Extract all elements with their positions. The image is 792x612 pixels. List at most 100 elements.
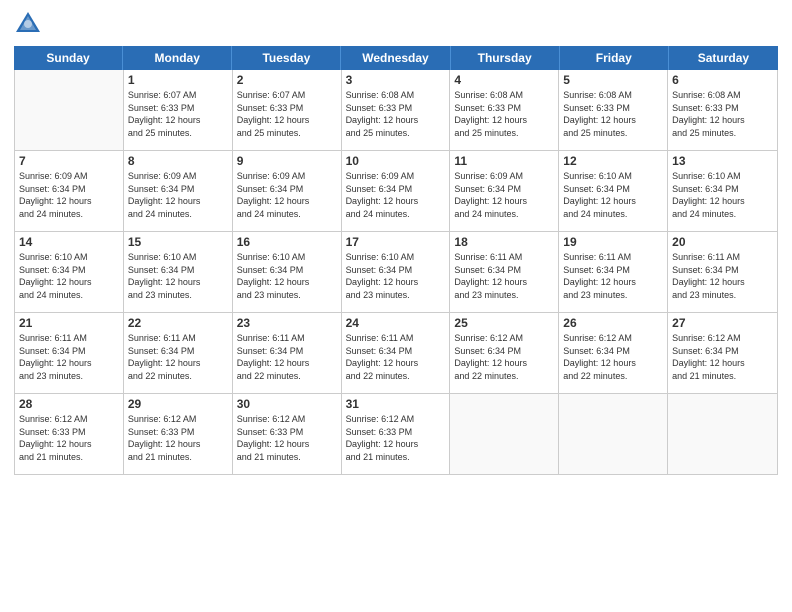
- calendar-cell: 29 Sunrise: 6:12 AM Sunset: 6:33 PM Dayli…: [124, 394, 233, 474]
- calendar-cell: 23 Sunrise: 6:11 AM Sunset: 6:34 PM Dayli…: [233, 313, 342, 393]
- day-number: 3: [346, 73, 446, 87]
- calendar-cell: 3 Sunrise: 6:08 AM Sunset: 6:33 PM Daylig…: [342, 70, 451, 150]
- day-number: 8: [128, 154, 228, 168]
- day-info: Sunrise: 6:08 AM Sunset: 6:33 PM Dayligh…: [672, 89, 773, 139]
- day-number: 10: [346, 154, 446, 168]
- calendar-header-cell: Sunday: [14, 46, 123, 70]
- day-number: 9: [237, 154, 337, 168]
- day-info: Sunrise: 6:12 AM Sunset: 6:33 PM Dayligh…: [128, 413, 228, 463]
- calendar-header-cell: Tuesday: [232, 46, 341, 70]
- header: [14, 10, 778, 38]
- calendar-cell: 31 Sunrise: 6:12 AM Sunset: 6:33 PM Dayli…: [342, 394, 451, 474]
- day-number: 29: [128, 397, 228, 411]
- day-number: 26: [563, 316, 663, 330]
- calendar-header: SundayMondayTuesdayWednesdayThursdayFrid…: [14, 46, 778, 70]
- day-number: 5: [563, 73, 663, 87]
- day-number: 15: [128, 235, 228, 249]
- day-info: Sunrise: 6:09 AM Sunset: 6:34 PM Dayligh…: [346, 170, 446, 220]
- day-info: Sunrise: 6:07 AM Sunset: 6:33 PM Dayligh…: [128, 89, 228, 139]
- day-info: Sunrise: 6:12 AM Sunset: 6:33 PM Dayligh…: [19, 413, 119, 463]
- day-number: 21: [19, 316, 119, 330]
- day-number: 22: [128, 316, 228, 330]
- calendar-cell: 17 Sunrise: 6:10 AM Sunset: 6:34 PM Dayli…: [342, 232, 451, 312]
- day-info: Sunrise: 6:12 AM Sunset: 6:34 PM Dayligh…: [672, 332, 773, 382]
- day-number: 31: [346, 397, 446, 411]
- day-info: Sunrise: 6:08 AM Sunset: 6:33 PM Dayligh…: [454, 89, 554, 139]
- calendar-cell: 16 Sunrise: 6:10 AM Sunset: 6:34 PM Dayli…: [233, 232, 342, 312]
- day-info: Sunrise: 6:08 AM Sunset: 6:33 PM Dayligh…: [346, 89, 446, 139]
- day-number: 27: [672, 316, 773, 330]
- day-number: 30: [237, 397, 337, 411]
- day-info: Sunrise: 6:11 AM Sunset: 6:34 PM Dayligh…: [19, 332, 119, 382]
- calendar: SundayMondayTuesdayWednesdayThursdayFrid…: [14, 46, 778, 602]
- calendar-cell: [15, 70, 124, 150]
- day-info: Sunrise: 6:10 AM Sunset: 6:34 PM Dayligh…: [237, 251, 337, 301]
- calendar-header-cell: Wednesday: [341, 46, 450, 70]
- day-number: 11: [454, 154, 554, 168]
- calendar-cell: [668, 394, 777, 474]
- day-info: Sunrise: 6:10 AM Sunset: 6:34 PM Dayligh…: [672, 170, 773, 220]
- calendar-header-cell: Thursday: [451, 46, 560, 70]
- day-number: 12: [563, 154, 663, 168]
- day-info: Sunrise: 6:12 AM Sunset: 6:33 PM Dayligh…: [346, 413, 446, 463]
- day-info: Sunrise: 6:11 AM Sunset: 6:34 PM Dayligh…: [672, 251, 773, 301]
- day-info: Sunrise: 6:10 AM Sunset: 6:34 PM Dayligh…: [563, 170, 663, 220]
- day-info: Sunrise: 6:12 AM Sunset: 6:34 PM Dayligh…: [563, 332, 663, 382]
- day-info: Sunrise: 6:07 AM Sunset: 6:33 PM Dayligh…: [237, 89, 337, 139]
- day-info: Sunrise: 6:09 AM Sunset: 6:34 PM Dayligh…: [237, 170, 337, 220]
- calendar-cell: 1 Sunrise: 6:07 AM Sunset: 6:33 PM Daylig…: [124, 70, 233, 150]
- calendar-cell: 27 Sunrise: 6:12 AM Sunset: 6:34 PM Dayli…: [668, 313, 777, 393]
- calendar-week: 14 Sunrise: 6:10 AM Sunset: 6:34 PM Dayli…: [15, 232, 777, 313]
- day-number: 14: [19, 235, 119, 249]
- day-number: 18: [454, 235, 554, 249]
- calendar-week: 21 Sunrise: 6:11 AM Sunset: 6:34 PM Dayli…: [15, 313, 777, 394]
- day-info: Sunrise: 6:09 AM Sunset: 6:34 PM Dayligh…: [128, 170, 228, 220]
- calendar-cell: 2Sunrise: 6:07 AM Sunset: 6:33 PM Daylig…: [233, 70, 342, 150]
- calendar-cell: 9 Sunrise: 6:09 AM Sunset: 6:34 PM Daylig…: [233, 151, 342, 231]
- day-number: 25: [454, 316, 554, 330]
- day-info: Sunrise: 6:11 AM Sunset: 6:34 PM Dayligh…: [346, 332, 446, 382]
- day-info: Sunrise: 6:11 AM Sunset: 6:34 PM Dayligh…: [128, 332, 228, 382]
- day-number: 13: [672, 154, 773, 168]
- calendar-cell: 30Sunrise: 6:12 AM Sunset: 6:33 PM Dayli…: [233, 394, 342, 474]
- logo: [14, 10, 46, 38]
- calendar-cell: 5 Sunrise: 6:08 AM Sunset: 6:33 PM Daylig…: [559, 70, 668, 150]
- logo-icon: [14, 10, 42, 38]
- day-number: 1: [128, 73, 228, 87]
- calendar-cell: 13 Sunrise: 6:10 AM Sunset: 6:34 PM Dayli…: [668, 151, 777, 231]
- page: SundayMondayTuesdayWednesdayThursdayFrid…: [0, 0, 792, 612]
- calendar-cell: 7Sunrise: 6:09 AM Sunset: 6:34 PM Daylig…: [15, 151, 124, 231]
- day-info: Sunrise: 6:11 AM Sunset: 6:34 PM Dayligh…: [237, 332, 337, 382]
- calendar-week: 28Sunrise: 6:12 AM Sunset: 6:33 PM Dayli…: [15, 394, 777, 474]
- calendar-week: 7Sunrise: 6:09 AM Sunset: 6:34 PM Daylig…: [15, 151, 777, 232]
- calendar-cell: 18Sunrise: 6:11 AM Sunset: 6:34 PM Dayli…: [450, 232, 559, 312]
- day-number: 16: [237, 235, 337, 249]
- calendar-cell: 12 Sunrise: 6:10 AM Sunset: 6:34 PM Dayli…: [559, 151, 668, 231]
- calendar-cell: 28Sunrise: 6:12 AM Sunset: 6:33 PM Dayli…: [15, 394, 124, 474]
- day-number: 17: [346, 235, 446, 249]
- day-info: Sunrise: 6:09 AM Sunset: 6:34 PM Dayligh…: [454, 170, 554, 220]
- day-info: Sunrise: 6:09 AM Sunset: 6:34 PM Dayligh…: [19, 170, 119, 220]
- calendar-cell: 10 Sunrise: 6:09 AM Sunset: 6:34 PM Dayli…: [342, 151, 451, 231]
- day-info: Sunrise: 6:10 AM Sunset: 6:34 PM Dayligh…: [346, 251, 446, 301]
- day-info: Sunrise: 6:10 AM Sunset: 6:34 PM Dayligh…: [19, 251, 119, 301]
- calendar-cell: [559, 394, 668, 474]
- calendar-cell: 26 Sunrise: 6:12 AM Sunset: 6:34 PM Dayli…: [559, 313, 668, 393]
- calendar-cell: 21 Sunrise: 6:11 AM Sunset: 6:34 PM Dayli…: [15, 313, 124, 393]
- day-number: 20: [672, 235, 773, 249]
- calendar-cell: 22 Sunrise: 6:11 AM Sunset: 6:34 PM Dayli…: [124, 313, 233, 393]
- day-number: 24: [346, 316, 446, 330]
- calendar-cell: 11 Sunrise: 6:09 AM Sunset: 6:34 PM Dayli…: [450, 151, 559, 231]
- day-info: Sunrise: 6:08 AM Sunset: 6:33 PM Dayligh…: [563, 89, 663, 139]
- day-number: 6: [672, 73, 773, 87]
- calendar-week: 1 Sunrise: 6:07 AM Sunset: 6:33 PM Daylig…: [15, 70, 777, 151]
- calendar-body: 1 Sunrise: 6:07 AM Sunset: 6:33 PM Daylig…: [14, 70, 778, 475]
- day-number: 23: [237, 316, 337, 330]
- calendar-header-cell: Saturday: [669, 46, 778, 70]
- day-number: 19: [563, 235, 663, 249]
- calendar-cell: 14 Sunrise: 6:10 AM Sunset: 6:34 PM Dayli…: [15, 232, 124, 312]
- day-number: 4: [454, 73, 554, 87]
- calendar-cell: 19Sunrise: 6:11 AM Sunset: 6:34 PM Dayli…: [559, 232, 668, 312]
- calendar-cell: [450, 394, 559, 474]
- calendar-cell: 24 Sunrise: 6:11 AM Sunset: 6:34 PM Dayli…: [342, 313, 451, 393]
